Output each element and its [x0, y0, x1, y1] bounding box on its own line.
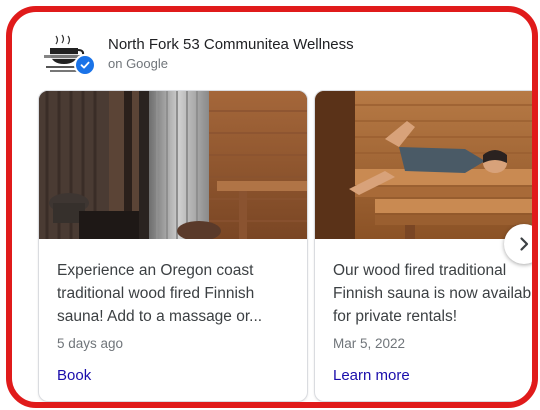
post-description: Experience an Oregon coast traditional w…: [57, 262, 263, 325]
post-card[interactable]: Experience an Oregon coast traditional w…: [38, 90, 308, 402]
post-body: Our wood fired traditional Finnish sauna…: [333, 259, 532, 385]
sauna-interior-image[interactable]: [39, 91, 307, 239]
post-date: 5 days ago: [57, 336, 124, 351]
business-title-block: North Fork 53 Communitea Wellness on Goo…: [108, 35, 354, 73]
verified-check-icon: [74, 54, 96, 76]
chevron-right-icon: [520, 237, 529, 251]
business-logo[interactable]: [38, 32, 96, 76]
post-body: Experience an Oregon coast traditional w…: [57, 259, 295, 385]
learn-more-link[interactable]: Learn more: [333, 367, 410, 384]
business-source: on Google: [108, 56, 168, 71]
book-link[interactable]: Book: [57, 367, 91, 384]
business-header: North Fork 53 Communitea Wellness on Goo…: [38, 30, 354, 78]
post-description: Our wood fired traditional Finnish sauna…: [333, 262, 532, 325]
business-posts-panel: North Fork 53 Communitea Wellness on Goo…: [6, 6, 538, 408]
post-date: Mar 5, 2022: [333, 336, 406, 351]
business-name[interactable]: North Fork 53 Communitea Wellness: [108, 35, 354, 55]
carousel-next-button[interactable]: [504, 224, 532, 264]
sauna-person-image[interactable]: [315, 91, 532, 239]
